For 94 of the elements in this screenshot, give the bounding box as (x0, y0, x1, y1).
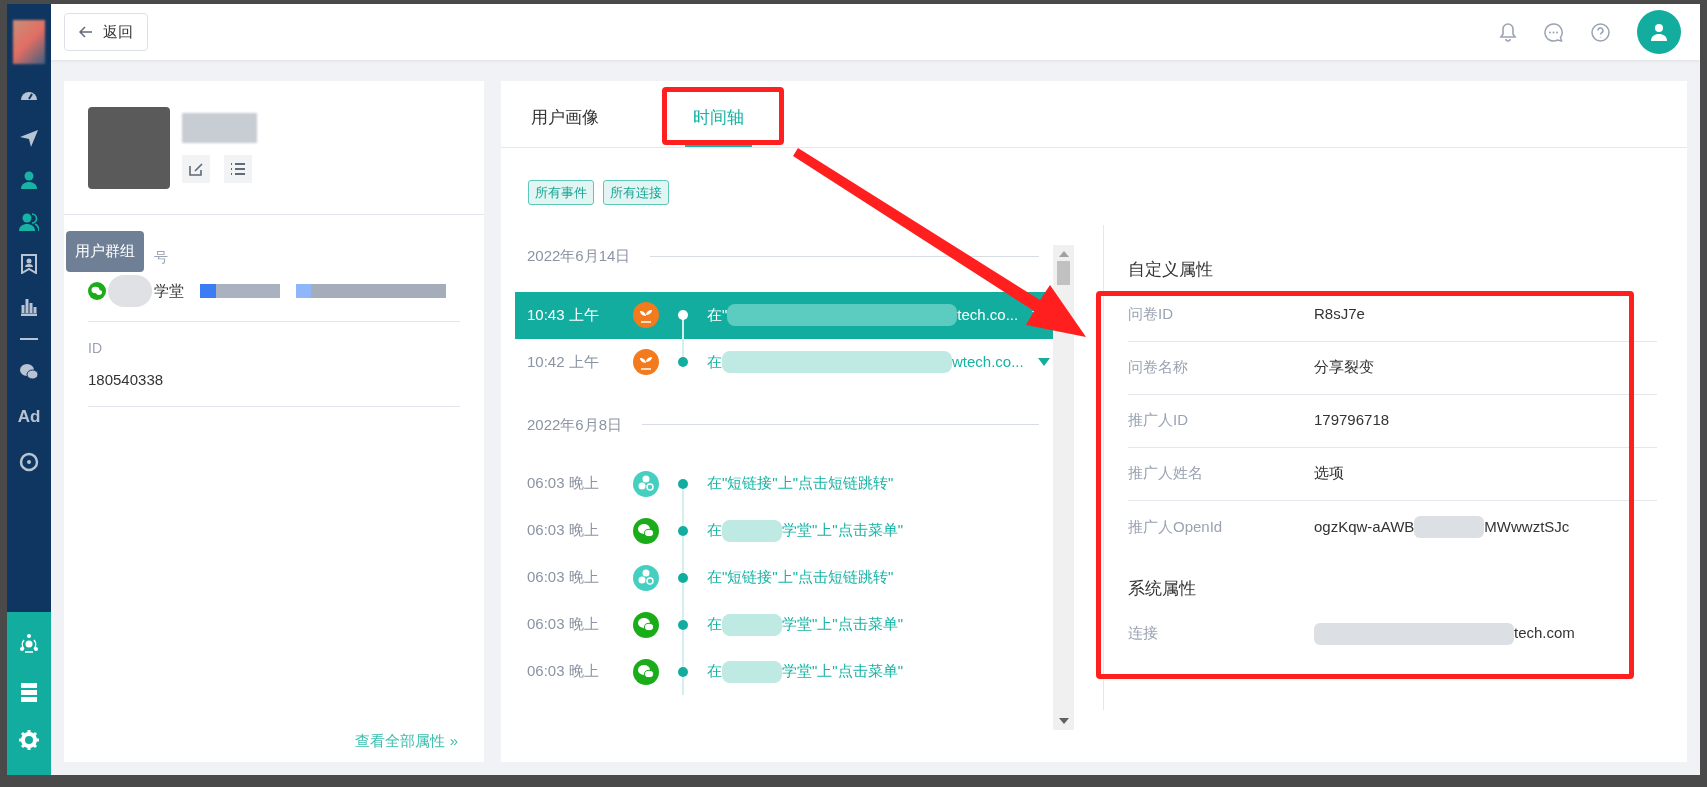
edit-button[interactable] (182, 155, 210, 183)
hexagon-cluster-icon (633, 564, 659, 591)
back-button[interactable]: 返回 (64, 13, 148, 51)
list-button[interactable] (224, 155, 252, 183)
event-description[interactable]: wtech.co... (952, 350, 1024, 374)
notification-bell-icon[interactable] (1499, 22, 1517, 42)
user-icon[interactable] (19, 170, 39, 190)
chat-icon[interactable] (1543, 21, 1564, 43)
target-icon[interactable] (19, 451, 39, 472)
event-description[interactable]: 学堂"上"点击菜单" (782, 660, 903, 683)
paper-plane-icon[interactable] (19, 128, 39, 148)
scrollbar-thumb[interactable] (1057, 261, 1070, 285)
property-value: MWwwztSJc (1484, 516, 1570, 537)
property-label: 连接 (1128, 623, 1159, 644)
user-icon (1650, 23, 1668, 41)
property-label: 推广人姓名 (1128, 463, 1204, 484)
section-title: 系统属性 (1128, 577, 1197, 600)
event-description[interactable]: 学堂"上"点击菜单" (782, 613, 903, 636)
event-description[interactable]: 在 (707, 613, 722, 636)
field-value: 180540338 (88, 370, 165, 390)
tooltip: 用户群组 (66, 231, 144, 272)
blurred-region (1414, 516, 1485, 538)
list-icon (230, 162, 246, 176)
event-description[interactable]: tech.co... (957, 303, 1019, 327)
bar-chart-icon[interactable] (19, 296, 39, 316)
ad-menu-item[interactable]: Ad (17, 404, 41, 430)
timeline-row[interactable]: 06:03 晚上 在 学堂"上"点击菜单" (515, 601, 1053, 648)
bookmark-person-icon[interactable] (19, 254, 39, 274)
network-icon[interactable] (19, 634, 39, 654)
property-value: ogzKqw-aAWB (1314, 516, 1415, 537)
property-label: 问卷名称 (1128, 357, 1189, 378)
sprout-icon (633, 302, 659, 328)
blurred-region (722, 660, 782, 683)
scroll-up-arrow-icon[interactable] (1058, 251, 1069, 257)
timeline-row-selected[interactable]: 10:43 上午 在" tech.co... (515, 291, 1053, 339)
event-time: 06:03 晚上 (526, 520, 600, 541)
property-value: 选项 (1314, 463, 1344, 484)
scrollbar[interactable] (1053, 245, 1074, 730)
event-description[interactable]: 在" (707, 303, 728, 327)
wechat-icon[interactable] (19, 362, 39, 382)
timeline-row[interactable]: 10:42 上午 在 wtech.co... (515, 338, 1053, 386)
property-value: tech.com (1514, 623, 1575, 644)
edit-icon (188, 161, 204, 177)
blurred-region (108, 275, 152, 307)
wechat-icon (88, 282, 106, 300)
help-icon[interactable] (1590, 21, 1611, 43)
event-time: 10:43 上午 (526, 304, 600, 325)
timeline-row[interactable]: 06:03 晚上 在 学堂"上"点击菜单" (515, 648, 1053, 695)
filter-tag[interactable]: 所有事件 (528, 180, 594, 205)
hexagon-cluster-icon (633, 470, 659, 497)
section-title: 自定义属性 (1128, 259, 1214, 281)
event-time: 06:03 晚上 (526, 661, 600, 682)
event-description[interactable]: 在 (707, 350, 722, 374)
tab[interactable]: 时间轴 (685, 91, 752, 147)
event-time: 06:03 晚上 (526, 614, 600, 635)
user-group-icon[interactable] (19, 212, 39, 232)
wechat-icon (633, 517, 659, 544)
user-avatar[interactable] (1637, 10, 1681, 54)
wechat-icon (633, 658, 659, 685)
event-description[interactable]: 学堂"上"点击菜单" (782, 519, 903, 542)
logo-placeholder (13, 20, 45, 64)
field-label: 号 (154, 249, 168, 265)
blurred-region (722, 519, 782, 542)
property-value: 179796718 (1314, 410, 1390, 431)
event-description[interactable]: 在 (707, 660, 722, 683)
timeline-row[interactable]: 06:03 晚上 在"短链接"上"点击短链跳转" (515, 554, 1053, 601)
server-icon[interactable] (19, 682, 39, 702)
timeline-row[interactable]: 06:03 晚上 在 学堂"上"点击菜单" (515, 507, 1053, 554)
scroll-down-arrow-icon[interactable] (1058, 718, 1069, 724)
tab[interactable]: 用户画像 (523, 91, 607, 147)
property-value: 分享裂变 (1314, 357, 1374, 378)
filter-tag[interactable]: 所有连接 (603, 180, 669, 205)
event-time: 06:03 晚上 (526, 473, 600, 494)
caret-icon[interactable] (1037, 358, 1050, 366)
blurred-region (722, 613, 782, 636)
settings-icon[interactable] (19, 730, 39, 750)
event-time: 06:03 晚上 (526, 567, 600, 588)
back-arrow-icon (79, 26, 93, 38)
property-label: 问卷ID (1128, 304, 1174, 325)
wechat-icon (633, 611, 659, 638)
event-description[interactable]: 在"短链接"上"点击短链跳转" (707, 472, 894, 495)
timeline-row[interactable]: 06:03 晚上 在"短链接"上"点击短链跳转" (515, 460, 1053, 507)
event-time: 10:42 上午 (526, 351, 600, 372)
property-label: 推广人ID (1128, 410, 1189, 431)
event-description[interactable]: 在 (707, 519, 722, 542)
view-all-properties-link[interactable]: 查看全部属性 » (355, 729, 458, 752)
date-heading: 2022年6月8日 (526, 414, 623, 435)
date-heading: 2022年6月14日 (526, 246, 631, 266)
event-description[interactable]: 在"短链接"上"点击短链跳转" (707, 566, 894, 589)
account-name: 学堂 (154, 280, 184, 301)
property-value: R8sJ7e (1314, 304, 1365, 325)
sprout-icon (633, 349, 659, 375)
property-label: 推广人OpenId (1128, 516, 1224, 537)
field-label: ID (88, 339, 103, 358)
